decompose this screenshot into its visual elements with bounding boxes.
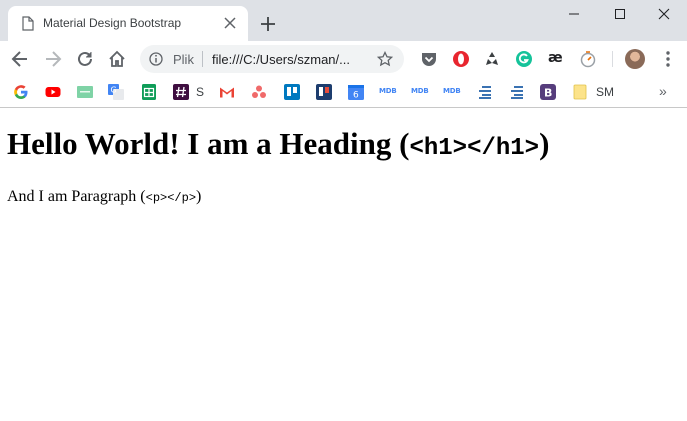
ae-icon[interactable]: æ bbox=[548, 50, 563, 66]
paragraph-code: <p></p> bbox=[145, 191, 197, 205]
google-icon[interactable] bbox=[13, 84, 29, 100]
heading-close: ) bbox=[539, 126, 550, 161]
maximize-button[interactable] bbox=[597, 0, 643, 28]
address-bar[interactable]: Plik file:///C:/Users/szman/... bbox=[140, 45, 404, 73]
page-icon bbox=[22, 16, 34, 31]
url-scheme-label: Plik bbox=[173, 52, 194, 67]
mdb-icon[interactable]: MDB bbox=[379, 87, 397, 95]
close-icon bbox=[658, 8, 670, 20]
youtube-icon[interactable] bbox=[45, 84, 61, 100]
list-icon[interactable] bbox=[508, 84, 524, 100]
pocket-icon[interactable] bbox=[420, 50, 438, 68]
slack-icon[interactable] bbox=[173, 84, 189, 100]
close-tab-icon[interactable] bbox=[224, 17, 236, 29]
recycle-icon[interactable] bbox=[483, 50, 501, 68]
bookmark-star-icon[interactable] bbox=[377, 51, 393, 67]
green-app-icon[interactable] bbox=[77, 84, 93, 100]
grammarly-icon[interactable] bbox=[515, 50, 533, 68]
page-content: Hello World! I am a Heading (<h1></h1>) … bbox=[0, 108, 687, 421]
stopwatch-icon[interactable] bbox=[579, 50, 597, 68]
google-sheets-icon[interactable] bbox=[141, 84, 157, 100]
tab-title: Material Design Bootstrap bbox=[43, 16, 182, 30]
heading-code: <h1></h1> bbox=[409, 135, 540, 162]
bootstrap-icon[interactable]: B bbox=[540, 84, 556, 100]
page-paragraph: And I am Paragraph (<p></p>) bbox=[7, 188, 201, 206]
address-divider bbox=[202, 51, 203, 67]
gmail-icon[interactable] bbox=[219, 84, 235, 100]
calendar-icon[interactable]: 6 bbox=[348, 84, 364, 100]
opera-icon[interactable] bbox=[452, 50, 470, 68]
avatar[interactable] bbox=[625, 49, 645, 69]
close-window-button[interactable] bbox=[641, 0, 687, 28]
list-icon[interactable] bbox=[476, 84, 492, 100]
maximize-icon bbox=[615, 9, 625, 19]
trello-icon[interactable] bbox=[284, 84, 300, 100]
minimize-button[interactable] bbox=[551, 0, 597, 28]
bookmarks-overflow-button[interactable]: » bbox=[659, 83, 667, 99]
bookmark-label-slack[interactable]: S bbox=[196, 85, 204, 99]
browser-toolbar: Plik file:///C:/Users/szman/... æ bbox=[0, 41, 687, 77]
paragraph-close: ) bbox=[196, 188, 202, 205]
home-icon[interactable] bbox=[107, 49, 127, 69]
browser-tab[interactable]: Material Design Bootstrap bbox=[8, 6, 248, 41]
google-translate-icon[interactable]: G bbox=[108, 84, 124, 100]
trello-dark-icon[interactable] bbox=[316, 84, 332, 100]
svg-text:G: G bbox=[111, 86, 117, 95]
url-text[interactable]: file:///C:/Users/szman/... bbox=[212, 52, 350, 67]
back-icon[interactable] bbox=[10, 49, 30, 69]
folder-icon[interactable] bbox=[572, 84, 588, 100]
toolbar-divider bbox=[612, 51, 613, 67]
calendar-day: 6 bbox=[353, 91, 359, 101]
minimize-icon bbox=[569, 13, 579, 15]
page-heading: Hello World! I am a Heading (<h1></h1>) bbox=[7, 126, 549, 162]
paragraph-text: And I am Paragraph ( bbox=[7, 188, 146, 205]
bootstrap-letter: B bbox=[544, 87, 552, 100]
mdb-icon[interactable]: MDB bbox=[411, 87, 429, 95]
info-icon[interactable] bbox=[149, 52, 163, 66]
tab-strip: Material Design Bootstrap bbox=[0, 0, 687, 41]
asana-icon[interactable] bbox=[251, 84, 267, 100]
reload-icon[interactable] bbox=[75, 49, 95, 69]
mdb-icon[interactable]: MDB bbox=[443, 87, 461, 95]
bookmarks-bar: G S 6 MDB MDB MDB B SM » bbox=[0, 77, 687, 108]
forward-icon[interactable] bbox=[43, 49, 63, 69]
menu-icon[interactable] bbox=[660, 50, 676, 68]
bookmark-label-sm[interactable]: SM bbox=[596, 85, 614, 99]
new-tab-icon[interactable] bbox=[259, 15, 277, 33]
heading-text: Hello World! I am a Heading ( bbox=[7, 126, 410, 161]
